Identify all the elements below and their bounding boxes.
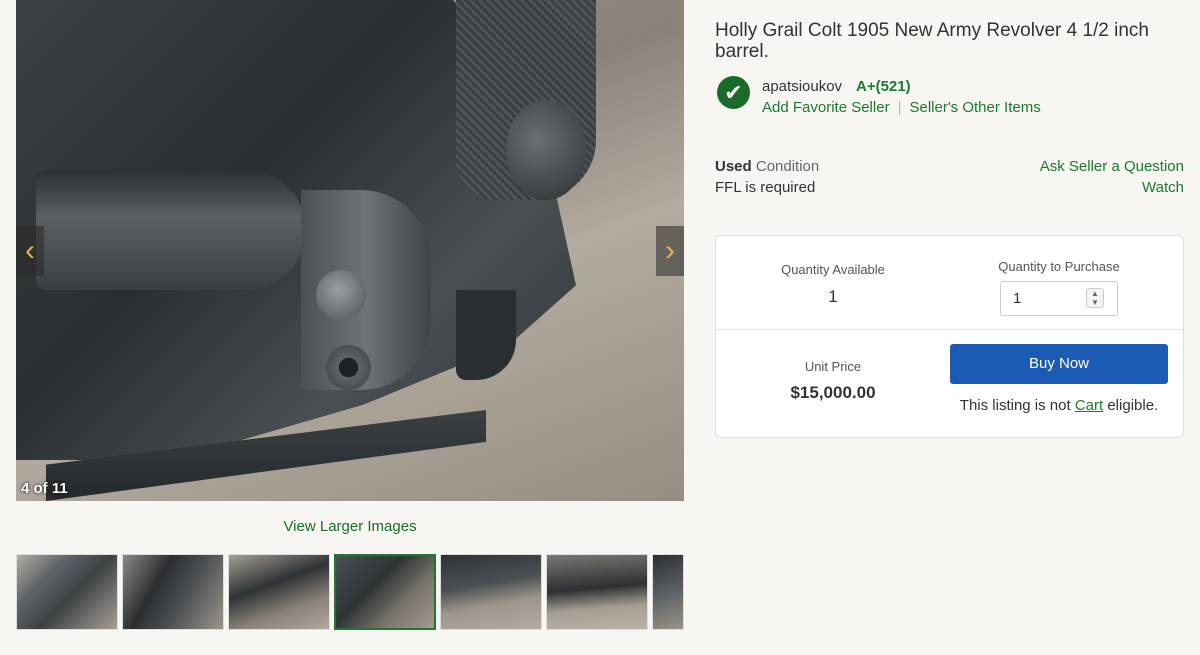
thumbnail-2[interactable] bbox=[122, 554, 224, 630]
cart-note-prefix: This listing is not bbox=[959, 397, 1075, 414]
grip-medallion-photo bbox=[506, 100, 586, 200]
frame-screw-photo bbox=[326, 345, 371, 390]
stepper-down-icon[interactable]: ▼ bbox=[1087, 298, 1103, 307]
image-counter: 4 of 11 bbox=[21, 480, 68, 497]
listing-title: Holly Grail Colt 1905 New Army Revolver … bbox=[715, 20, 1150, 62]
listing-actions: Ask Seller a Question Watch bbox=[1040, 156, 1184, 198]
ask-seller-question-link[interactable]: Ask Seller a Question bbox=[1040, 156, 1184, 177]
seller-links: Add Favorite Seller | Seller's Other Items bbox=[762, 99, 1041, 116]
seller-rating[interactable]: A+(521) bbox=[856, 78, 911, 95]
buy-now-button[interactable]: Buy Now bbox=[950, 344, 1168, 384]
chevron-left-icon: ‹ bbox=[25, 234, 35, 267]
box-divider bbox=[716, 329, 1183, 330]
thumbnail-strip bbox=[16, 554, 684, 630]
revolver-cylinder-photo bbox=[36, 170, 306, 290]
condition-label: Condition bbox=[755, 158, 820, 175]
gallery-prev-button[interactable]: ‹ bbox=[16, 226, 44, 276]
cart-note-suffix: eligible. bbox=[1103, 397, 1159, 414]
thumbnail-3[interactable] bbox=[228, 554, 330, 630]
thumbnail-5[interactable] bbox=[440, 554, 542, 630]
thumbnail-1[interactable] bbox=[16, 554, 118, 630]
chevron-right-icon: › bbox=[665, 234, 675, 267]
stepper-up-icon[interactable]: ▲ bbox=[1087, 289, 1103, 298]
watch-link[interactable]: Watch bbox=[1040, 177, 1184, 198]
gallery-next-button[interactable]: › bbox=[656, 226, 684, 276]
condition-block: Used Condition FFL is required bbox=[715, 156, 819, 198]
link-separator: | bbox=[897, 99, 902, 116]
add-favorite-seller-link[interactable]: Add Favorite Seller bbox=[762, 99, 890, 116]
ffl-note: FFL is required bbox=[715, 179, 816, 196]
seller-other-items-link[interactable]: Seller's Other Items bbox=[909, 99, 1040, 116]
quantity-available-value: 1 bbox=[828, 287, 838, 306]
firing-pin-photo bbox=[316, 270, 366, 320]
cart-link[interactable]: Cart bbox=[1075, 397, 1103, 414]
main-image[interactable]: ‹ › 4 of 11 bbox=[16, 0, 684, 501]
trigger-photo bbox=[456, 290, 516, 380]
thumbnail-4-active[interactable] bbox=[334, 554, 436, 630]
unit-price-value: $15,000.00 bbox=[790, 383, 876, 402]
view-larger-images-link[interactable]: View Larger Images bbox=[16, 518, 684, 535]
cart-eligibility-note: This listing is not Cart eligible. bbox=[950, 397, 1168, 414]
thumbnail-7[interactable] bbox=[652, 554, 684, 630]
purchase-box: Quantity Available 1 Quantity to Purchas… bbox=[715, 235, 1184, 438]
thumbnail-6[interactable] bbox=[546, 554, 648, 630]
condition-value: Used bbox=[715, 158, 752, 175]
quantity-to-purchase-label: Quantity to Purchase bbox=[998, 259, 1120, 274]
quantity-available-label: Quantity Available bbox=[781, 262, 885, 277]
checkmark-badge-icon: ✔ bbox=[717, 76, 750, 109]
quantity-stepper[interactable]: ▲ ▼ bbox=[1086, 288, 1104, 308]
unit-price-label: Unit Price bbox=[804, 359, 862, 374]
seller-name[interactable]: apatsioukov bbox=[762, 78, 842, 95]
